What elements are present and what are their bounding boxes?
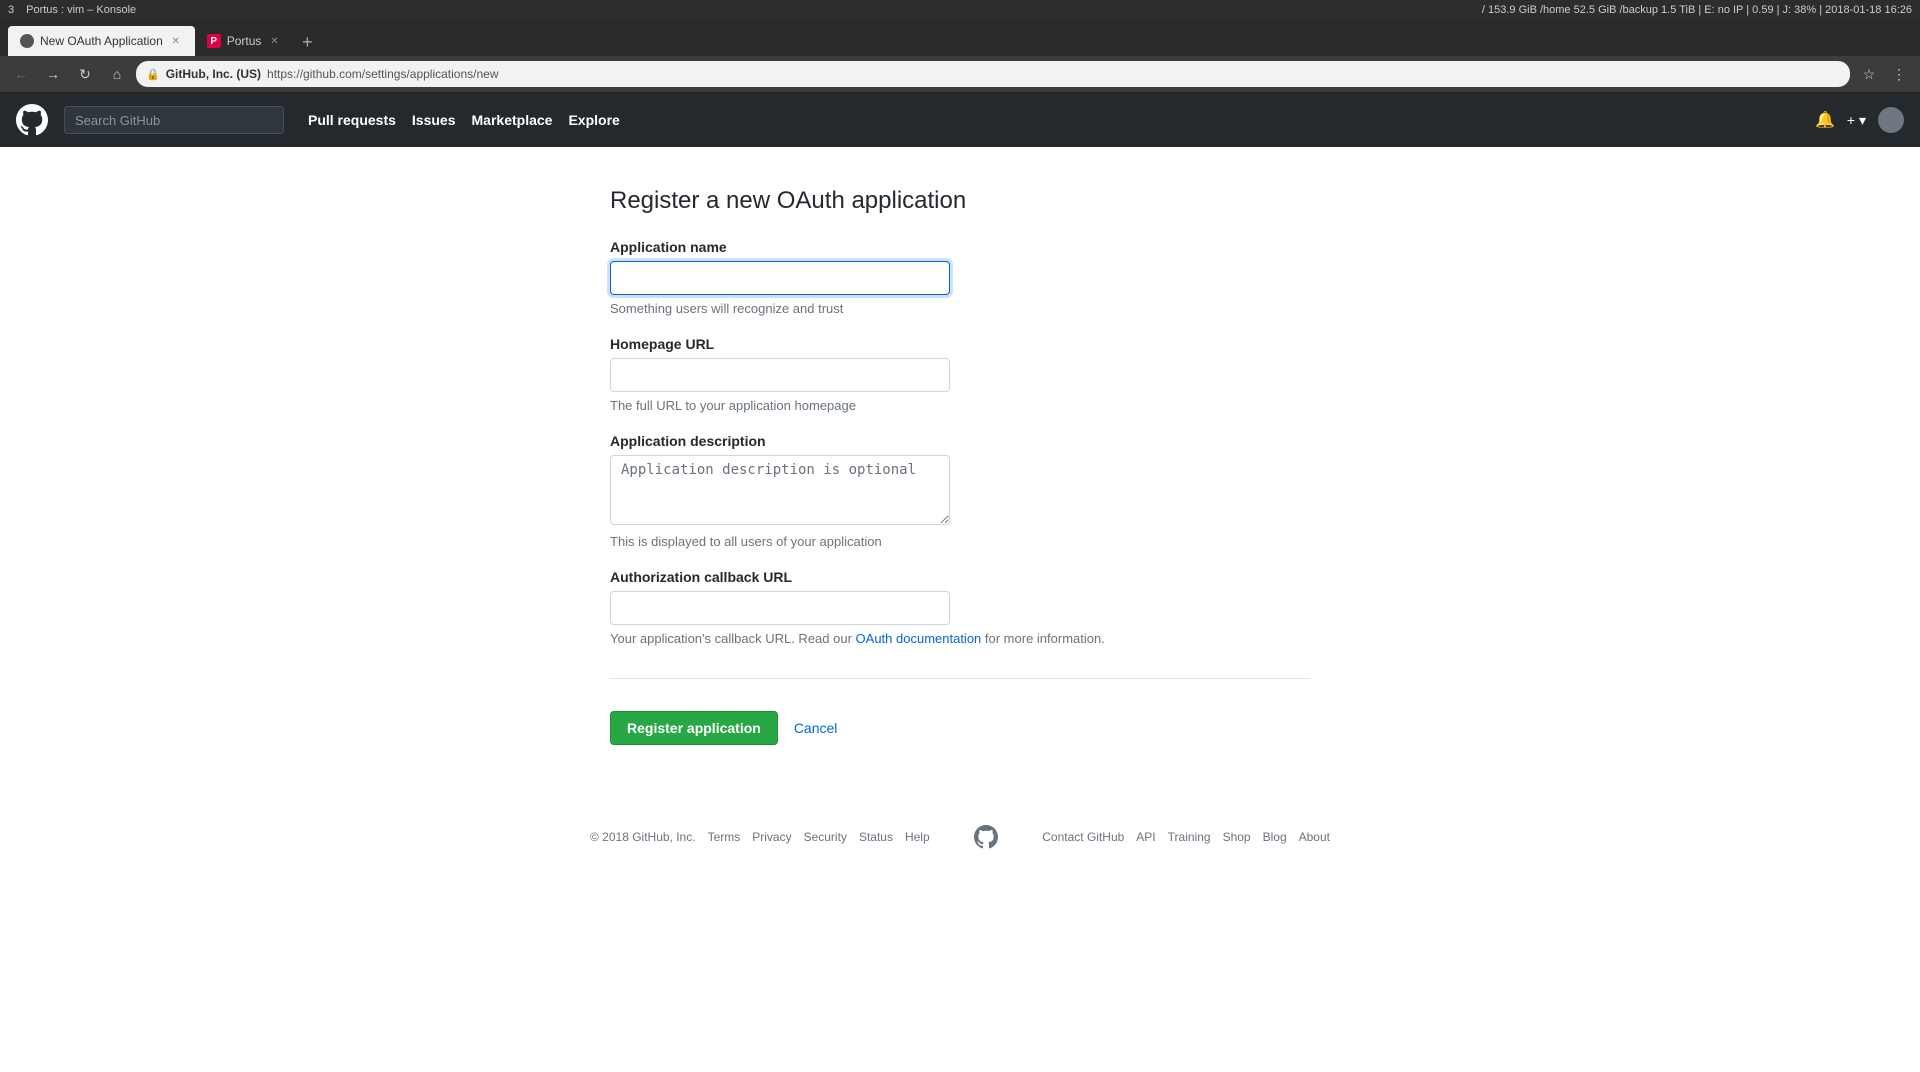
homepage-url-input[interactable]	[610, 358, 950, 392]
footer-link-contact[interactable]: Contact GitHub	[1042, 830, 1124, 844]
app-name-label: Application name	[610, 239, 1310, 255]
org-label: GitHub, Inc. (US)	[166, 67, 261, 81]
homepage-url-help: The full URL to your application homepag…	[610, 398, 1310, 413]
footer-center	[974, 825, 998, 849]
app-name-group: Application name Something users will re…	[610, 239, 1310, 316]
homepage-url-group: Homepage URL The full URL to your applic…	[610, 336, 1310, 413]
user-avatar[interactable]	[1878, 107, 1904, 133]
footer-link-training[interactable]: Training	[1168, 830, 1211, 844]
tab-favicon-2: P	[207, 34, 221, 48]
address-bar-row: ← → ↻ ⌂ 🔒 GitHub, Inc. (US) https://gith…	[0, 56, 1920, 92]
homepage-url-label: Homepage URL	[610, 336, 1310, 352]
app-name-help: Something users will recognize and trust	[610, 301, 1310, 316]
app-desc-textarea[interactable]	[610, 455, 950, 525]
footer-link-security[interactable]: Security	[804, 830, 847, 844]
home-button[interactable]: ⌂	[104, 61, 130, 87]
footer-row: © 2018 GitHub, Inc. Terms Privacy Securi…	[590, 825, 1330, 849]
github-logo[interactable]	[16, 104, 48, 136]
footer-copyright: © 2018 GitHub, Inc.	[590, 830, 696, 844]
ssl-lock-icon: 🔒	[146, 68, 160, 81]
footer-link-status[interactable]: Status	[859, 830, 893, 844]
back-button[interactable]: ←	[8, 61, 34, 87]
browser-tab-2[interactable]: P Portus ✕	[195, 26, 294, 56]
nav-pull-requests[interactable]: Pull requests	[308, 112, 396, 128]
footer-link-help[interactable]: Help	[905, 830, 930, 844]
address-bar[interactable]: 🔒 GitHub, Inc. (US) https://github.com/s…	[136, 61, 1850, 87]
footer-link-api[interactable]: API	[1136, 830, 1155, 844]
app-desc-group: Application description This is displaye…	[610, 433, 1310, 549]
footer-link-about[interactable]: About	[1299, 830, 1330, 844]
callback-url-help: Your application's callback URL. Read ou…	[610, 631, 1310, 646]
main-content: Register a new OAuth application Applica…	[590, 187, 1330, 745]
github-header-right: 🔔 + ▾	[1815, 107, 1904, 133]
forward-button[interactable]: →	[40, 61, 66, 87]
oauth-docs-link[interactable]: OAuth documentation	[856, 631, 982, 646]
callback-url-input[interactable]	[610, 591, 950, 625]
tab-favicon-1	[20, 34, 34, 48]
app-name-input[interactable]	[610, 261, 950, 295]
footer-link-terms[interactable]: Terms	[708, 830, 741, 844]
register-application-button[interactable]: Register application	[610, 711, 778, 745]
footer-right: Contact GitHub API Training Shop Blog Ab…	[1042, 830, 1330, 844]
footer-link-blog[interactable]: Blog	[1263, 830, 1287, 844]
footer: © 2018 GitHub, Inc. Terms Privacy Securi…	[0, 785, 1920, 869]
form-actions: Register application Cancel	[610, 711, 1310, 745]
bookmark-icon[interactable]: ☆	[1856, 61, 1882, 87]
browser-chrome: New OAuth Application ✕ P Portus ✕ + ← →…	[0, 20, 1920, 93]
callback-url-group: Authorization callback URL Your applicat…	[610, 569, 1310, 646]
notifications-bell-icon[interactable]: 🔔	[1815, 110, 1835, 130]
footer-left: © 2018 GitHub, Inc. Terms Privacy Securi…	[590, 830, 930, 844]
cancel-link[interactable]: Cancel	[786, 714, 846, 742]
tab-label-2: Portus	[227, 34, 262, 48]
search-placeholder: Search GitHub	[75, 113, 160, 128]
os-bar: 3 Portus : vim – Konsole / 153.9 GiB /ho…	[0, 0, 1920, 20]
nav-marketplace[interactable]: Marketplace	[472, 112, 553, 128]
callback-help-prefix: Your application's callback URL. Read ou…	[610, 631, 856, 646]
menu-icon[interactable]: ⋮	[1886, 61, 1912, 87]
callback-help-suffix: for more information.	[981, 631, 1105, 646]
tab-close-1[interactable]: ✕	[169, 34, 183, 48]
app-desc-help: This is displayed to all users of your a…	[610, 534, 1310, 549]
tab-bar: New OAuth Application ✕ P Portus ✕ +	[0, 20, 1920, 56]
nav-explore[interactable]: Explore	[568, 112, 619, 128]
browser-actions: ☆ ⋮	[1856, 61, 1912, 87]
page-title: Register a new OAuth application	[610, 187, 1310, 215]
github-footer-logo	[974, 825, 998, 849]
github-nav: Pull requests Issues Marketplace Explore	[308, 112, 620, 128]
new-tab-button[interactable]: +	[293, 28, 321, 56]
url-display: https://github.com/settings/applications…	[267, 67, 498, 81]
form-divider	[610, 678, 1310, 679]
github-header: Search GitHub Pull requests Issues Marke…	[0, 93, 1920, 147]
nav-issues[interactable]: Issues	[412, 112, 456, 128]
footer-link-shop[interactable]: Shop	[1223, 830, 1251, 844]
os-status: / 153.9 GiB /home 52.5 GiB /backup 1.5 T…	[1482, 4, 1912, 16]
footer-link-privacy[interactable]: Privacy	[752, 830, 791, 844]
reload-button[interactable]: ↻	[72, 61, 98, 87]
os-workspace: 3	[8, 4, 14, 16]
github-search[interactable]: Search GitHub	[64, 106, 284, 134]
browser-tab-1[interactable]: New OAuth Application ✕	[8, 26, 195, 56]
app-desc-label: Application description	[610, 433, 1310, 449]
callback-url-label: Authorization callback URL	[610, 569, 1310, 585]
tab-close-2[interactable]: ✕	[267, 34, 281, 48]
new-item-button[interactable]: + ▾	[1847, 112, 1866, 129]
os-app-name: Portus : vim – Konsole	[26, 4, 136, 16]
tab-label-1: New OAuth Application	[40, 34, 163, 48]
